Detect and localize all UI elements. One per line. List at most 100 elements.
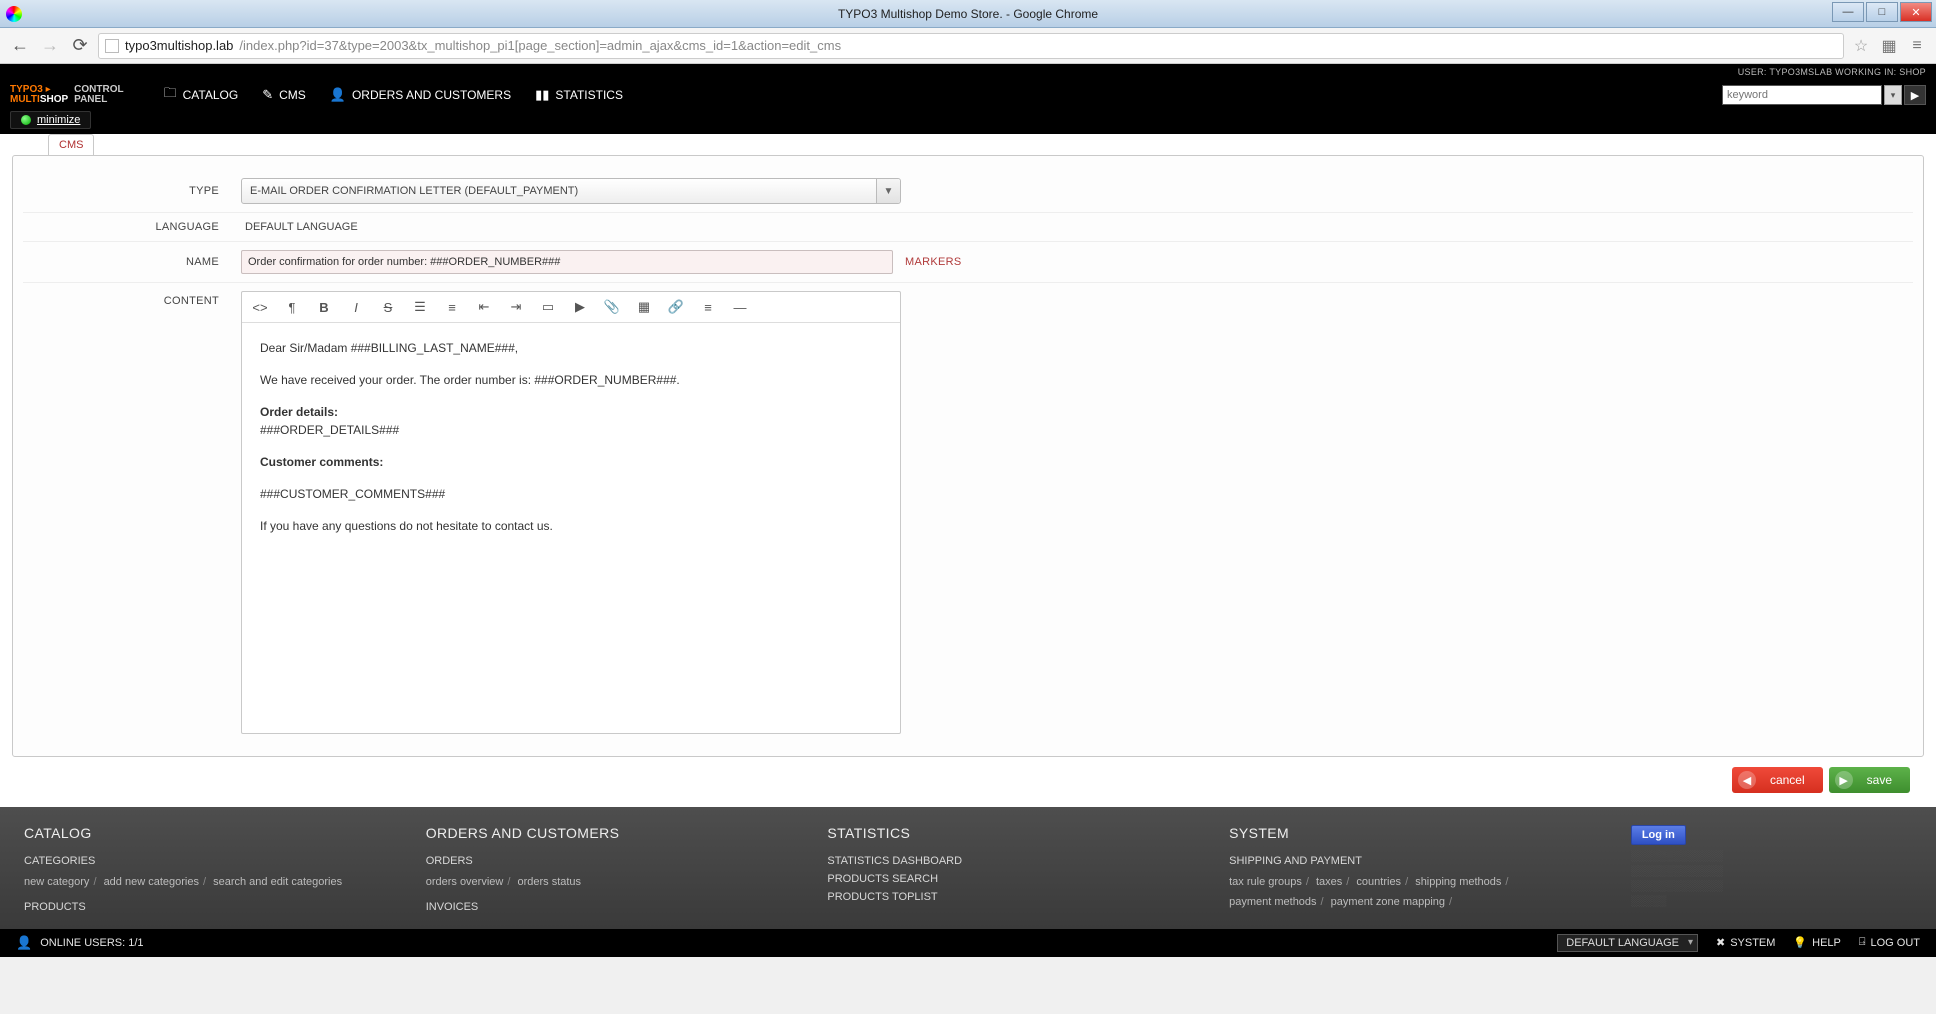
nav-cms[interactable]: ✎CMS: [262, 84, 306, 106]
name-input[interactable]: [241, 250, 893, 274]
nav-statistics-label: STATISTICS: [555, 88, 623, 102]
footer-stats-title: STATISTICS: [827, 825, 1229, 841]
user-context-strip: USER: TYPO3MSLAB WORKING IN: SHOP: [0, 64, 1936, 80]
cancel-label: cancel: [1770, 773, 1805, 787]
bold-icon[interactable]: B: [312, 296, 336, 318]
footer-products-search[interactable]: PRODUCTS SEARCH: [827, 873, 1229, 885]
footer-shipping-payment[interactable]: SHIPPING AND PAYMENT: [1229, 855, 1631, 867]
editor-body[interactable]: Dear Sir/Madam ###BILLING_LAST_NAME###, …: [242, 323, 900, 733]
image-icon[interactable]: ▭: [536, 296, 560, 318]
attachment-icon[interactable]: 📎: [600, 296, 624, 318]
strikethrough-icon[interactable]: S: [376, 296, 400, 318]
nav-catalog-label: CATALOG: [183, 88, 239, 102]
folder-icon: 🗀: [164, 84, 177, 106]
link-icon[interactable]: 🔗: [664, 296, 688, 318]
footer-link[interactable]: shipping methods: [1415, 876, 1501, 888]
horizontal-rule-icon[interactable]: —: [728, 296, 752, 318]
editor-line: ###ORDER_DETAILS###: [260, 421, 882, 439]
footer-invoices[interactable]: INVOICES: [426, 901, 828, 913]
footer-link[interactable]: add new categories: [104, 876, 199, 888]
chrome-menu-icon[interactable]: ≡: [1906, 35, 1928, 57]
footer-catalog-products[interactable]: PRODUCTS: [24, 901, 426, 913]
content-label: CONTENT: [23, 291, 241, 307]
footer-orders-sub[interactable]: ORDERS: [426, 855, 828, 867]
nav-orders-label: ORDERS AND CUSTOMERS: [352, 88, 511, 102]
editor-line: ###CUSTOMER_COMMENTS###: [260, 485, 882, 503]
editor-toolbar: <> ¶ B I S ☰ ≡ ⇤ ⇥ ▭ ▶ 📎 ▦: [242, 292, 900, 323]
status-dot-icon: [21, 115, 31, 125]
url-path: /index.php?id=37&type=2003&tx_multishop_…: [239, 38, 841, 53]
footer-catalog-title: CATALOG: [24, 825, 426, 841]
search-input[interactable]: [1722, 85, 1882, 105]
save-button[interactable]: ▶ save: [1829, 767, 1910, 793]
nav-forward-icon[interactable]: →: [38, 34, 62, 58]
table-icon[interactable]: ▦: [632, 296, 656, 318]
logo[interactable]: TYPO3 ▸ MULTISHOP CONTROLPANEL: [10, 85, 124, 105]
footer-link[interactable]: search and edit categories: [213, 876, 342, 888]
chevron-right-icon: ▶: [1835, 771, 1853, 789]
footer-link[interactable]: payment zone mapping: [1331, 896, 1445, 908]
minimize-panel-button[interactable]: minimize: [10, 111, 91, 129]
nav-back-icon[interactable]: ←: [8, 34, 32, 58]
search-go-button[interactable]: ▶: [1904, 85, 1926, 105]
bottom-help[interactable]: 💡HELP: [1793, 936, 1840, 949]
footer-link[interactable]: orders status: [517, 876, 581, 888]
window-maximize[interactable]: □: [1866, 2, 1898, 22]
window-close[interactable]: ✕: [1900, 2, 1932, 22]
editor-line: We have received your order. The order n…: [260, 371, 882, 389]
admin-search: ▾ ▶: [1722, 85, 1926, 105]
outdent-icon[interactable]: ⇤: [472, 296, 496, 318]
footer-aside-text: ░░░░░░░░░░░░░░░░░░░░░░░░░░░░░░░░░░░░░░░░…: [1631, 849, 1912, 909]
nav-catalog[interactable]: 🗀 CATALOG: [164, 84, 239, 106]
cancel-button[interactable]: ◀ cancel: [1732, 767, 1823, 793]
footer-link[interactable]: countries: [1356, 876, 1401, 888]
bullet-list-icon[interactable]: ☰: [408, 296, 432, 318]
chevron-left-icon: ◀: [1738, 771, 1756, 789]
logout-icon: ⍈: [1859, 936, 1866, 949]
reload-icon[interactable]: ⟳: [68, 34, 92, 58]
name-label: NAME: [23, 256, 241, 268]
footer-link[interactable]: tax rule groups: [1229, 876, 1302, 888]
save-label: save: [1867, 773, 1892, 787]
footer-link[interactable]: payment methods: [1229, 896, 1316, 908]
markers-link[interactable]: MARKERS: [905, 256, 962, 268]
video-icon[interactable]: ▶: [568, 296, 592, 318]
login-button[interactable]: Log in: [1631, 825, 1686, 845]
language-value: DEFAULT LANGUAGE: [241, 221, 358, 233]
footer-catalog-categories[interactable]: CATEGORIES: [24, 855, 426, 867]
pencil-icon: ✎: [262, 87, 273, 103]
bottom-system[interactable]: ✖SYSTEM: [1716, 936, 1775, 949]
browser-titlebar: TYPO3 Multishop Demo Store. - Google Chr…: [0, 0, 1936, 28]
tab-cms[interactable]: CMS: [48, 134, 94, 155]
paragraph-icon[interactable]: ¶: [280, 296, 304, 318]
footer-products-toplist[interactable]: PRODUCTS TOPLIST: [827, 891, 1229, 903]
url-bar[interactable]: typo3multishop.lab/index.php?id=37&type=…: [98, 33, 1844, 59]
indent-icon[interactable]: ⇥: [504, 296, 528, 318]
bookmark-star-icon[interactable]: ☆: [1850, 35, 1872, 57]
nav-statistics[interactable]: ▮▮STATISTICS: [535, 84, 623, 106]
online-users-label: ONLINE USERS: 1/1: [40, 937, 143, 949]
numbered-list-icon[interactable]: ≡: [440, 296, 464, 318]
footer-link[interactable]: orders overview: [426, 876, 504, 888]
type-select[interactable]: E-MAIL ORDER CONFIRMATION LETTER (DEFAUL…: [241, 178, 901, 204]
footer-stats-dashboard[interactable]: STATISTICS DASHBOARD: [827, 855, 1229, 867]
user-icon: 👤: [16, 935, 32, 951]
nav-orders[interactable]: 👤 ORDERS AND CUSTOMERS: [330, 84, 511, 106]
window-minimize[interactable]: —: [1832, 2, 1864, 22]
editor-heading: Order details:: [260, 405, 338, 419]
bottom-logout[interactable]: ⍈LOG OUT: [1859, 936, 1920, 949]
italic-icon[interactable]: I: [344, 296, 368, 318]
align-icon[interactable]: ≡: [696, 296, 720, 318]
footer-link[interactable]: taxes: [1316, 876, 1342, 888]
editor-line: If you have any questions do not hesitat…: [260, 517, 882, 535]
extension-icon[interactable]: ▦: [1878, 35, 1900, 57]
bottom-status-bar: 👤 ONLINE USERS: 1/1 DEFAULT LANGUAGE ✖SY…: [0, 929, 1936, 957]
person-icon: 👤: [330, 87, 346, 103]
footer-link[interactable]: new category: [24, 876, 89, 888]
content-editor: <> ¶ B I S ☰ ≡ ⇤ ⇥ ▭ ▶ 📎 ▦: [241, 291, 901, 734]
window-title: TYPO3 Multishop Demo Store. - Google Chr…: [838, 7, 1098, 21]
browser-toolbar: ← → ⟳ typo3multishop.lab/index.php?id=37…: [0, 28, 1936, 64]
search-scope-dropdown[interactable]: ▾: [1884, 85, 1902, 105]
language-select[interactable]: DEFAULT LANGUAGE: [1557, 934, 1698, 952]
source-code-icon[interactable]: <>: [248, 296, 272, 318]
